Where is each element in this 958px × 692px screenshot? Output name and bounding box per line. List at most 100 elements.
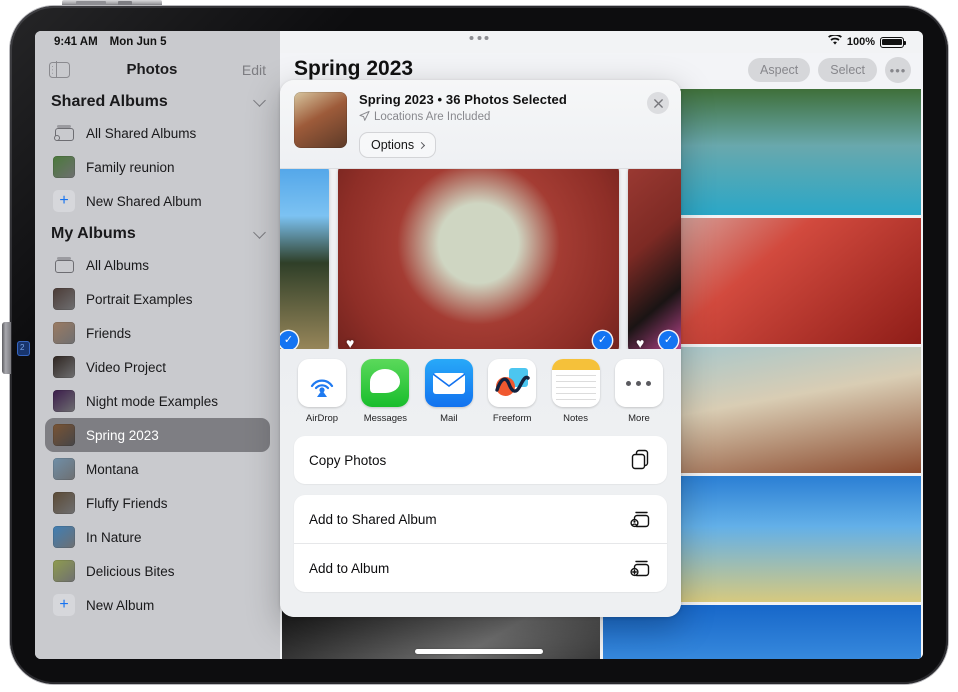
chevron-right-icon: [418, 141, 425, 148]
side-marker: 2: [17, 341, 30, 356]
sidebar-item-label: Fluffy Friends: [86, 496, 168, 511]
status-time: 9:41 AM: [54, 36, 98, 48]
action-row-label: Copy Photos: [309, 453, 386, 468]
share-app-label: More: [628, 413, 650, 424]
page-title: Spring 2023: [294, 57, 413, 81]
action-row-add-to-shared-album[interactable]: Add to Shared Album: [294, 495, 667, 544]
share-app-label: Freeform: [493, 413, 532, 424]
sidebar-item-label: Family reunion: [86, 160, 175, 175]
sidebar-item-video-project[interactable]: Video Project: [45, 350, 270, 384]
sidebar-item-label: Portrait Examples: [86, 292, 193, 307]
carousel-photo-hillside[interactable]: ✓: [280, 169, 329, 349]
ipad-side-port: [2, 322, 11, 374]
sidebar-item-label: New Album: [86, 598, 154, 613]
action-group: Copy Photos: [294, 436, 667, 484]
selected-photos-carousel[interactable]: ✓♥✓♥✓: [280, 169, 681, 349]
share-app-notes[interactable]: Notes: [550, 359, 602, 424]
selected-checkmark-icon[interactable]: ✓: [280, 331, 298, 350]
action-row-add-to-album[interactable]: Add to Album: [294, 544, 667, 592]
aspect-button[interactable]: Aspect: [748, 58, 810, 82]
share-sheet-header: Spring 2023 • 36 Photos Selected Locatio…: [280, 80, 681, 169]
heart-icon: ♥: [346, 336, 354, 350]
options-button[interactable]: Options: [359, 132, 436, 158]
heart-icon: ♥: [636, 336, 644, 350]
status-bar-right: 100%: [828, 35, 904, 49]
share-app-label: Notes: [563, 413, 588, 424]
sidebar-group-header[interactable]: My Albums: [35, 218, 280, 248]
sidebar-item-fluffy-friends[interactable]: Fluffy Friends: [45, 486, 270, 520]
share-app-more[interactable]: More: [613, 359, 665, 424]
screenshot-stage: 2 9:41 AM Mon Jun 5 100%: [0, 0, 958, 692]
carousel-photo-allium-flower[interactable]: ♥✓: [338, 169, 619, 349]
sidebar-item-all-shared-albums[interactable]: All Shared Albums: [45, 116, 270, 150]
share-app-label: Mail: [440, 413, 457, 424]
album-thumbnail: [53, 424, 75, 446]
share-sheet-subtitle: Locations Are Included: [374, 111, 490, 123]
sidebar-item-label: Delicious Bites: [86, 564, 175, 579]
handle-dot: [477, 36, 481, 40]
sidebar-item-all-albums[interactable]: All Albums: [45, 248, 270, 282]
home-indicator[interactable]: [415, 649, 543, 654]
album-thumbnail: [53, 356, 75, 378]
sidebar-item-in-nature[interactable]: In Nature: [45, 520, 270, 554]
select-button[interactable]: Select: [818, 58, 877, 82]
sidebar-group-header[interactable]: Shared Albums: [35, 86, 280, 116]
battery-full-icon: [880, 37, 904, 48]
sidebar-item-portrait-examples[interactable]: Portrait Examples: [45, 282, 270, 316]
sidebar-item-new-album[interactable]: +New Album: [45, 588, 270, 622]
share-apps-row[interactable]: AirDropMessages Mail Freeform Notes More: [280, 349, 681, 436]
share-sheet: Spring 2023 • 36 Photos Selected Locatio…: [280, 80, 681, 617]
share-action-lists[interactable]: Copy Photos Add to Shared Album Add to Alb…: [280, 436, 681, 617]
sidebar-item-label: Night mode Examples: [86, 394, 218, 409]
options-button-label: Options: [371, 138, 414, 152]
sidebar-item-delicious-bites[interactable]: Delicious Bites: [45, 554, 270, 588]
sidebar-list[interactable]: Shared Albums All Shared Albums Family reu…: [35, 86, 280, 659]
sidebar-item-spring-2023[interactable]: Spring 2023: [45, 418, 270, 452]
shared-albums-stack-icon: [53, 122, 75, 144]
more-options-button[interactable]: •••: [885, 57, 911, 83]
share-app-freeform[interactable]: Freeform: [486, 359, 538, 424]
close-icon[interactable]: [647, 92, 669, 114]
sidebar-item-family-reunion[interactable]: Family reunion: [45, 150, 270, 184]
handle-dot: [470, 36, 474, 40]
action-group: Add to Shared Album Add to Album: [294, 495, 667, 592]
action-row-label: Add to Shared Album: [309, 512, 437, 527]
add-to-shared-album-icon: [630, 508, 652, 530]
share-sheet-texts: Spring 2023 • 36 Photos Selected Locatio…: [359, 92, 667, 158]
sidebar-item-friends[interactable]: Friends: [45, 316, 270, 350]
sidebar-item-night-mode-examples[interactable]: Night mode Examples: [45, 384, 270, 418]
status-bar-left: 9:41 AM Mon Jun 5: [54, 36, 167, 48]
sidebar: Photos Edit Shared Albums All Shared Albu…: [35, 31, 280, 659]
sidebar-item-label: Video Project: [86, 360, 166, 375]
sidebar-item-new-shared-album[interactable]: + New Shared Album: [45, 184, 270, 218]
sidebar-toggle-icon[interactable]: [49, 62, 70, 78]
album-thumbnail: [53, 492, 75, 514]
selected-checkmark-icon[interactable]: ✓: [593, 331, 612, 350]
action-row-label: Add to Album: [309, 561, 389, 576]
chevron-down-icon[interactable]: [253, 94, 266, 107]
wifi-icon: [828, 35, 842, 49]
location-arrow-icon: [359, 111, 370, 125]
selected-checkmark-icon[interactable]: ✓: [659, 331, 678, 350]
sidebar-title: Photos: [62, 61, 242, 78]
album-thumbnail: [53, 458, 75, 480]
toolbar-actions: Aspect Select •••: [748, 57, 911, 83]
multitask-handle-icon[interactable]: [470, 36, 489, 40]
plus-icon: +: [53, 190, 75, 212]
add-to-album-icon: [630, 557, 652, 579]
share-app-messages[interactable]: Messages: [359, 359, 411, 424]
sidebar-group-label: Shared Albums: [51, 93, 168, 111]
sidebar-item-label: All Albums: [86, 258, 149, 273]
chevron-down-icon[interactable]: [253, 226, 266, 239]
sidebar-header: Photos Edit: [35, 53, 280, 86]
status-bar: 9:41 AM Mon Jun 5 100%: [35, 31, 923, 53]
share-app-airdrop[interactable]: AirDrop: [296, 359, 348, 424]
sidebar-edit-button[interactable]: Edit: [242, 62, 266, 78]
sidebar-item-montana[interactable]: Montana: [45, 452, 270, 486]
copy-icon: [630, 449, 652, 471]
side-marker-label: 2: [20, 343, 24, 353]
action-row-copy-photos[interactable]: Copy Photos: [294, 436, 667, 484]
carousel-photo-braids-portrait[interactable]: ♥✓: [628, 169, 681, 349]
share-app-mail[interactable]: Mail: [423, 359, 475, 424]
sidebar-item-label: New Shared Album: [86, 194, 202, 209]
